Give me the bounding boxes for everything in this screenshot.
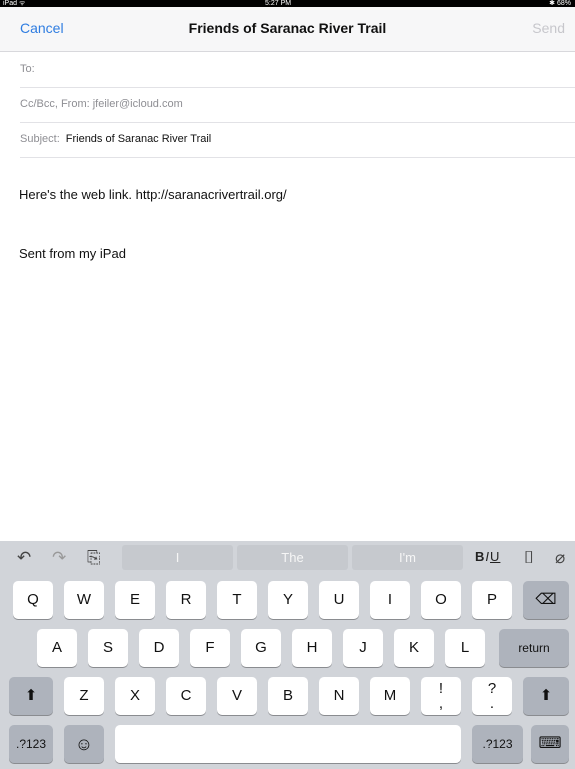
key-z[interactable]: Z [64,677,104,715]
key-i[interactable]: I [370,581,410,619]
key-question-period[interactable]: ? . [472,677,512,715]
status-battery: ✱ 68% [549,0,571,7]
numbers-key-left[interactable]: .?123 [9,725,53,763]
to-label: To: [20,63,35,75]
status-carrier: iPad ᯤ [3,0,26,7]
key-o[interactable]: O [421,581,461,619]
status-time: 5:27 PM [265,0,292,7]
from-value: jfeiler@icloud.com [92,98,183,110]
page-title: Friends of Saranac River Trail [188,20,387,36]
key-l[interactable]: L [445,629,485,667]
shift-left-key[interactable]: ⬆ [9,677,53,715]
to-field[interactable]: To: [20,52,575,88]
numbers-key-right[interactable]: .?123 [472,725,523,763]
message-body-line[interactable]: Here's the web link. http://saranacriver… [19,187,287,202]
shift-right-key[interactable]: ⬆ [523,677,569,715]
paste-icon[interactable]: ⎘ [87,548,101,568]
suggestion-1[interactable]: I [122,545,233,570]
cc-from-field[interactable]: Cc/Bcc, From: jfeiler@icloud.com [20,87,575,123]
key-b[interactable]: B [268,677,308,715]
cc-from-label: Cc/Bcc, From: [20,98,90,110]
keyboard-shortcut-bar: ↶ ↷ ⎘ I The I'm BIU ⌷ ⌀ [0,541,575,574]
backspace-key[interactable]: ⌫ [523,581,569,619]
attachment-icon[interactable]: ⌀ [555,548,565,568]
key-c[interactable]: C [166,677,206,715]
message-signature[interactable]: Sent from my iPad [19,246,126,261]
key-u[interactable]: U [319,581,359,619]
key-e[interactable]: E [115,581,155,619]
key-w[interactable]: W [64,581,104,619]
key-q[interactable]: Q [13,581,53,619]
subject-value: Friends of Saranac River Trail [65,133,212,145]
subject-label: Subject: [20,133,60,145]
key-j[interactable]: J [343,629,383,667]
key-v[interactable]: V [217,677,257,715]
camera-icon[interactable]: ⌷ [524,548,534,568]
key-p[interactable]: P [472,581,512,619]
redo-icon[interactable]: ↷ [52,548,66,568]
format-biu-button[interactable]: BIU [475,549,500,564]
key-f[interactable]: F [190,629,230,667]
suggestion-3[interactable]: I'm [352,545,463,570]
suggestion-2[interactable]: The [237,545,348,570]
status-bar: iPad ᯤ 5:27 PM ✱ 68% [0,0,575,7]
hide-keyboard-key[interactable]: ⌨ [531,725,569,763]
key-exclaim-comma[interactable]: ! , [421,677,461,715]
key-r[interactable]: R [166,581,206,619]
key-s[interactable]: S [88,629,128,667]
key-d[interactable]: D [139,629,179,667]
send-button[interactable]: Send [532,20,565,36]
key-x[interactable]: X [115,677,155,715]
key-k[interactable]: K [394,629,434,667]
keyboard: ↶ ↷ ⎘ I The I'm BIU ⌷ ⌀ Q W E R T Y U I … [0,541,575,769]
key-m[interactable]: M [370,677,410,715]
key-y[interactable]: Y [268,581,308,619]
navigation-bar: Cancel Friends of Saranac River Trail Se… [0,7,575,52]
key-h[interactable]: H [292,629,332,667]
key-n[interactable]: N [319,677,359,715]
subject-field[interactable]: Subject: Friends of Saranac River Trail [20,122,575,158]
emoji-key[interactable]: ☺ [64,725,104,763]
undo-icon[interactable]: ↶ [17,548,31,568]
key-a[interactable]: A [37,629,77,667]
key-g[interactable]: G [241,629,281,667]
space-bar[interactable] [115,725,461,763]
return-key[interactable]: return [499,629,569,667]
key-t[interactable]: T [217,581,257,619]
